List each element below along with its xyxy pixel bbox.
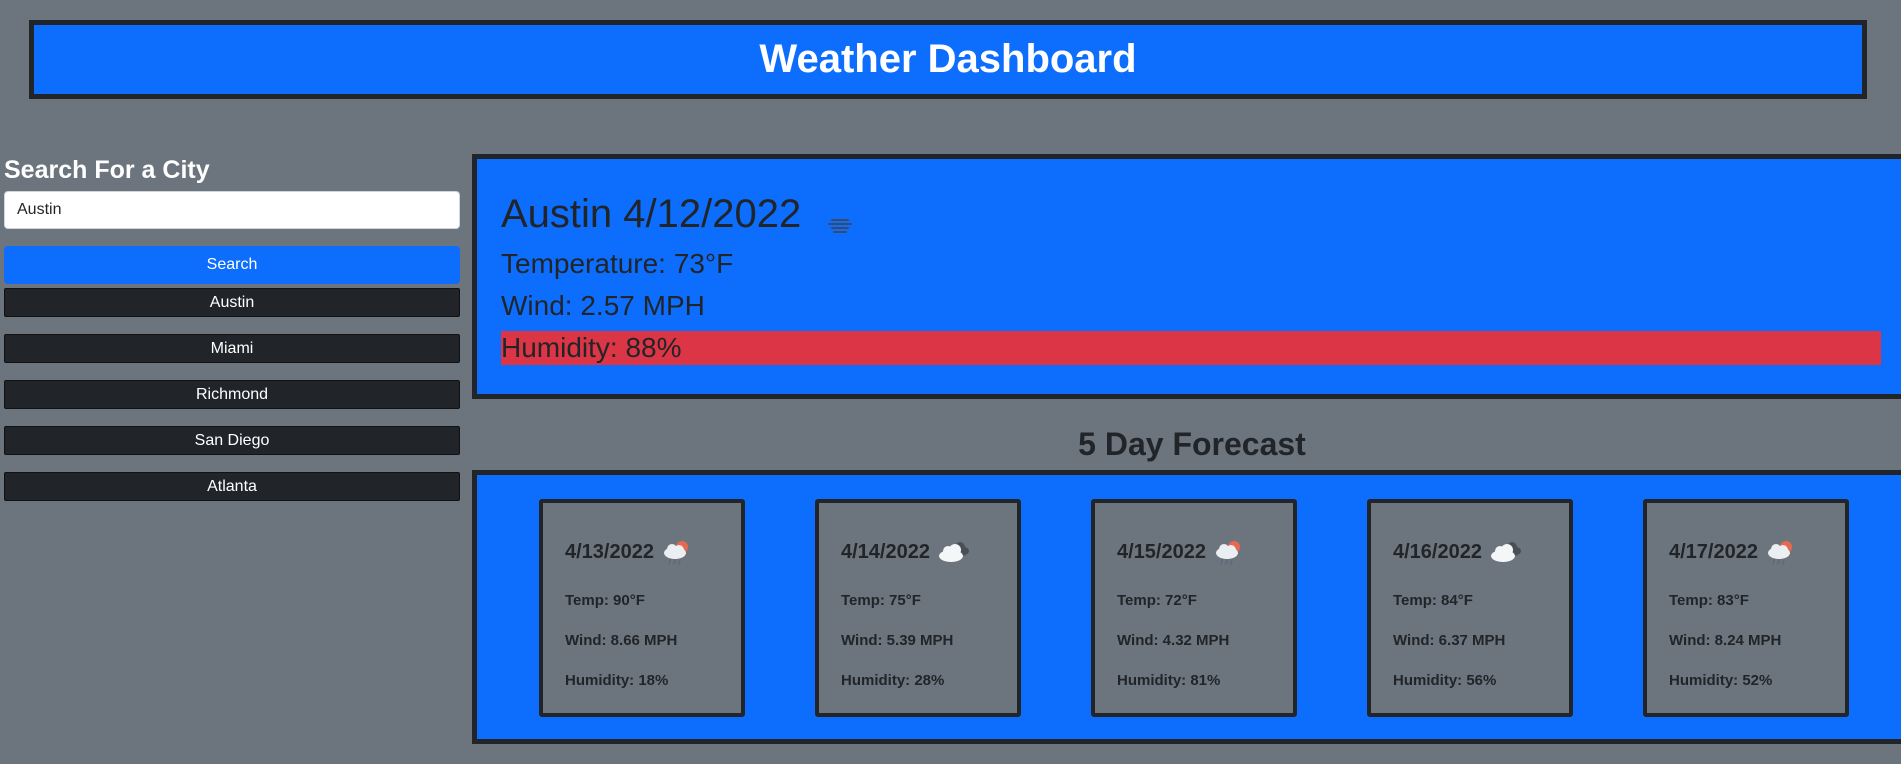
forecast-wind: Wind: 5.39 MPH	[841, 632, 954, 649]
sun-cloud-rain-icon	[660, 538, 696, 566]
forecast-wind: Wind: 8.66 MPH	[565, 632, 678, 649]
history-item-miami[interactable]: Miami	[4, 334, 460, 363]
forecast-temp: Temp: 90°F	[565, 592, 645, 609]
forecast-temp: Temp: 83°F	[1669, 592, 1749, 609]
forecast-wind: Wind: 8.24 MPH	[1669, 632, 1782, 649]
forecast-wind: Wind: 4.32 MPH	[1117, 632, 1230, 649]
current-weather-panel: Austin 4/12/2022 Temperature: 73°F Wind:…	[472, 154, 1901, 399]
forecast-date: 4/17/2022	[1669, 540, 1758, 563]
page-title: Weather Dashboard	[759, 37, 1137, 81]
current-weather-title: Austin 4/12/2022	[501, 189, 1883, 239]
history-item-san-diego[interactable]: San Diego	[4, 426, 460, 455]
forecast-humidity: Humidity: 52%	[1669, 672, 1773, 689]
history-item-austin[interactable]: Austin	[4, 288, 460, 317]
forecast-date: 4/13/2022	[565, 540, 654, 563]
history-item-richmond[interactable]: Richmond	[4, 380, 460, 409]
clouds-icon	[1488, 538, 1524, 566]
history-item-atlanta[interactable]: Atlanta	[4, 472, 460, 501]
forecast-humidity: Humidity: 56%	[1393, 672, 1497, 689]
city-search-input[interactable]	[4, 191, 460, 229]
forecast-card: 4/14/2022 Temp: 75°F Wind: 5.39 MPH Humi…	[815, 499, 1021, 717]
forecast-humidity: Humidity: 28%	[841, 672, 945, 689]
forecast-temp: Temp: 72°F	[1117, 592, 1197, 609]
forecast-temp: Temp: 84°F	[1393, 592, 1473, 609]
forecast-temp: Temp: 75°F	[841, 592, 921, 609]
forecast-card: 4/15/2022 Temp: 72°F Wind: 4.32 MPH Humi…	[1091, 499, 1297, 717]
forecast-panel: 4/13/2022 Temp: 90°F Wind: 8.66 MPH Humi…	[472, 470, 1901, 744]
forecast-humidity: Humidity: 18%	[565, 672, 669, 689]
forecast-card: 4/16/2022 Temp: 84°F Wind: 6.37 MPH Humi…	[1367, 499, 1573, 717]
current-city-date: Austin 4/12/2022	[501, 191, 802, 236]
clouds-icon	[936, 538, 972, 566]
sun-cloud-rain-icon	[1212, 538, 1248, 566]
search-button[interactable]: Search	[4, 246, 460, 284]
forecast-date: 4/14/2022	[841, 540, 930, 563]
header-banner: Weather Dashboard	[29, 20, 1867, 99]
forecast-humidity: Humidity: 81%	[1117, 672, 1221, 689]
forecast-wind: Wind: 6.37 MPH	[1393, 632, 1506, 649]
current-wind: Wind: 2.57 MPH	[501, 290, 705, 321]
forecast-card: 4/17/2022 Temp: 83°F Wind: 8.24 MPH Humi…	[1643, 499, 1849, 717]
forecast-heading: 5 Day Forecast	[1078, 426, 1306, 462]
mist-icon	[825, 202, 855, 233]
current-temperature: Temperature: 73°F	[501, 248, 734, 279]
search-title: Search For a City	[4, 156, 210, 184]
forecast-date: 4/15/2022	[1117, 540, 1206, 563]
search-history: Austin Miami Richmond San Diego Atlanta	[4, 288, 462, 501]
forecast-card: 4/13/2022 Temp: 90°F Wind: 8.66 MPH Humi…	[539, 499, 745, 717]
search-sidebar: Search For a City Search Austin Miami Ri…	[4, 152, 462, 518]
current-humidity: Humidity: 88%	[501, 331, 1881, 365]
forecast-date: 4/16/2022	[1393, 540, 1482, 563]
sun-cloud-rain-icon	[1764, 538, 1800, 566]
